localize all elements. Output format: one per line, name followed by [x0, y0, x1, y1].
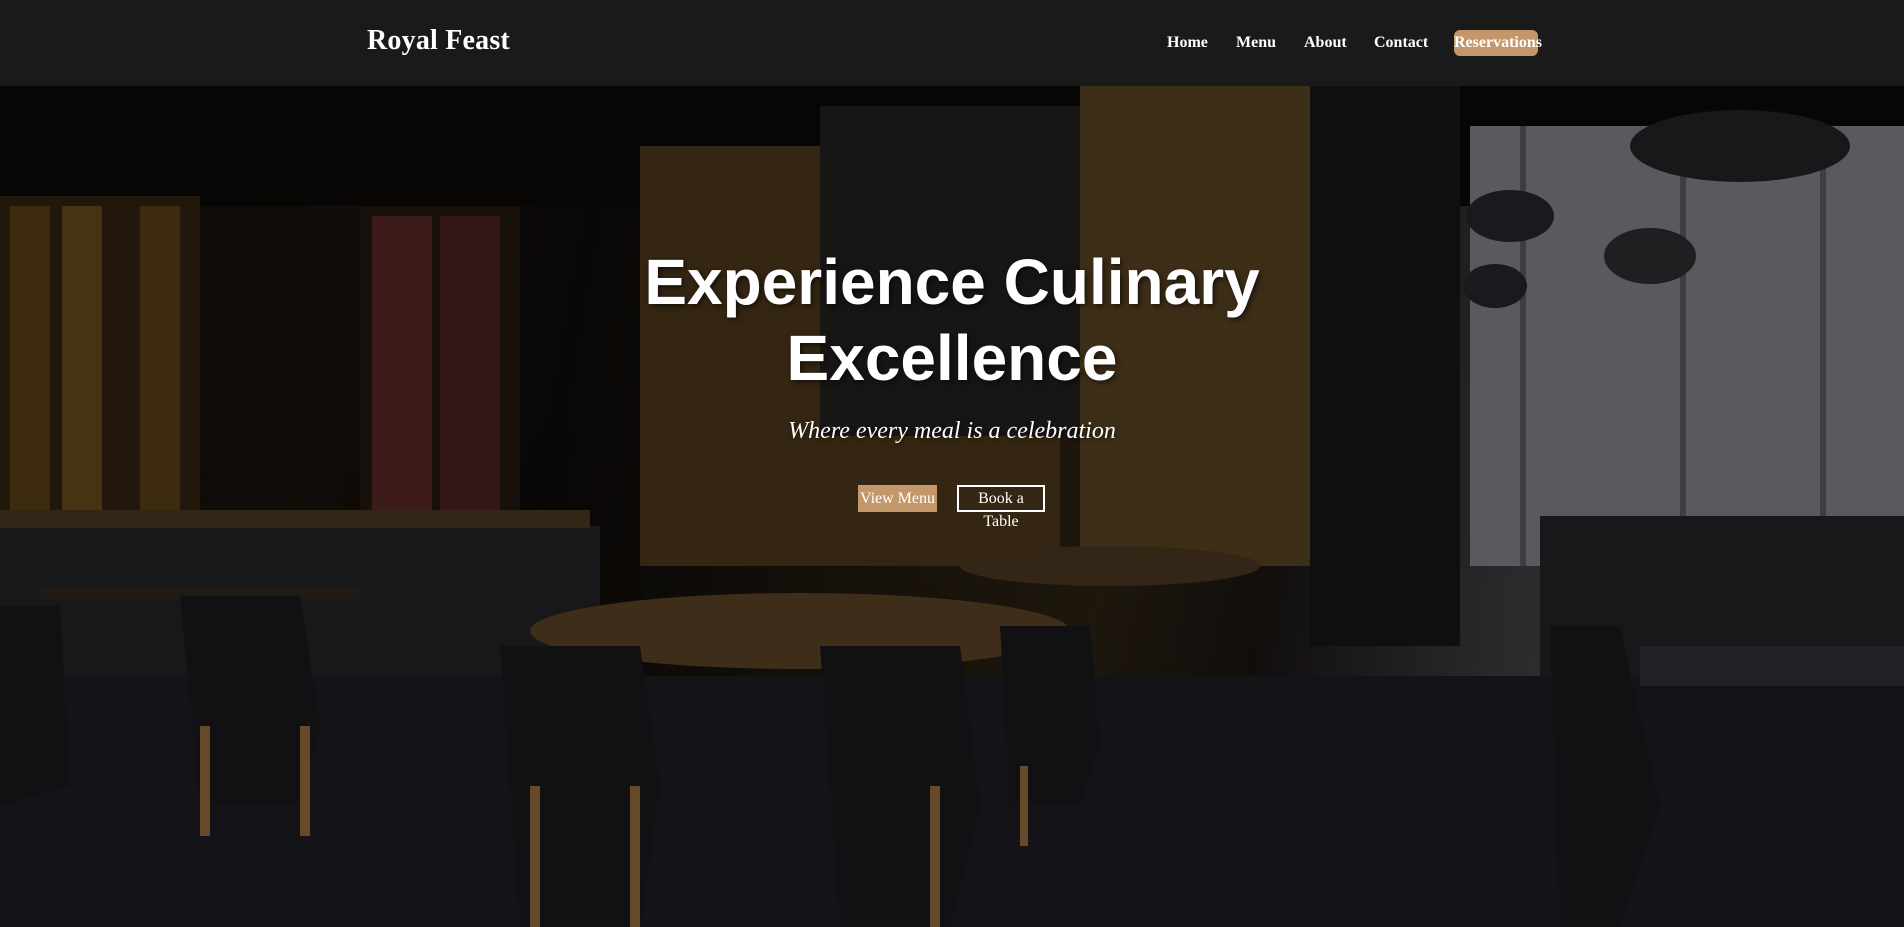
brand-logo[interactable]: Royal Feast [367, 25, 510, 57]
hero-title: Experience Culinary Excellence [644, 246, 1260, 394]
reservations-button[interactable]: Reservations [1454, 30, 1542, 56]
view-menu-button[interactable]: View Menu [858, 485, 937, 512]
nav-home-link[interactable]: Home [1167, 30, 1208, 56]
hero-overlay [0, 86, 1904, 927]
hero-subtitle: Where every meal is a celebration [788, 418, 1116, 444]
hero-section [0, 86, 1904, 927]
book-table-button[interactable]: Book a Table [957, 485, 1045, 530]
nav-menu-link[interactable]: Menu [1236, 30, 1276, 56]
nav-about-link[interactable]: About [1304, 30, 1347, 56]
site-header: Royal Feast Home Menu About Contact Rese… [0, 0, 1904, 86]
nav-contact-link[interactable]: Contact [1374, 30, 1428, 56]
